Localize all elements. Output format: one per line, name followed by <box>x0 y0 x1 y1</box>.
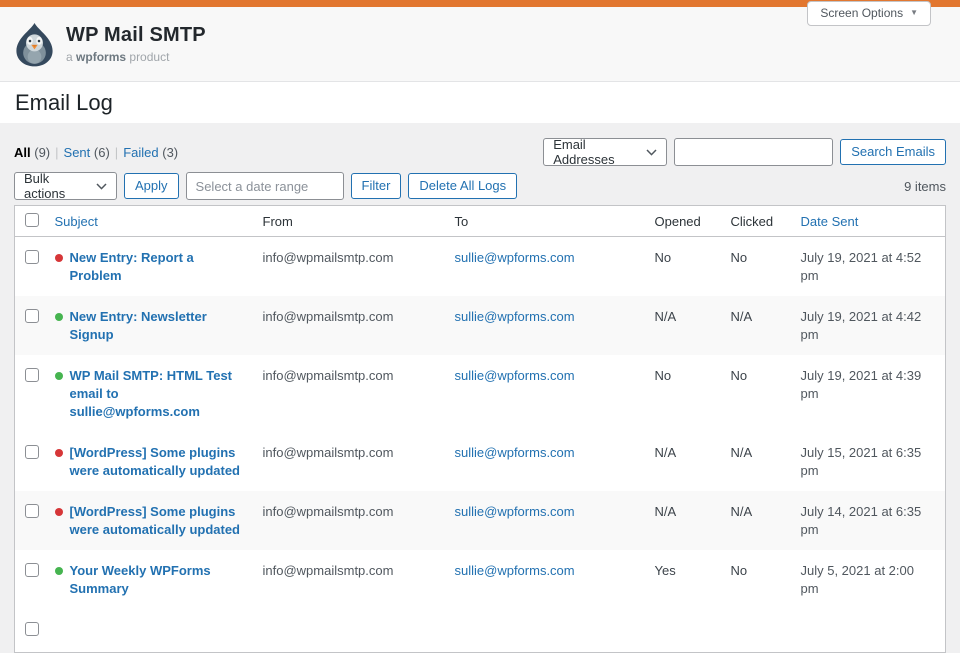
email-status-icon <box>55 372 63 380</box>
opened-value: No <box>645 237 721 297</box>
date-sent-value: July 14, 2021 at 6:35 pm <box>791 491 946 550</box>
email-log-table-body: New Entry: Report a Problem info@wpmailsm… <box>15 237 946 653</box>
column-header-clicked: Clicked <box>721 206 791 237</box>
from-email: info@wpmailsmtp.com <box>263 250 394 265</box>
row-checkbox[interactable] <box>25 309 39 323</box>
table-row: New Entry: Newsletter Signup info@wpmails… <box>15 296 946 355</box>
table-row: New Entry: Report a Problem info@wpmailsm… <box>15 237 946 297</box>
opened-value: N/A <box>645 432 721 491</box>
date-range-input[interactable] <box>186 172 344 200</box>
status-views: All (9)|Sent (6)|Failed (3) <box>14 145 178 160</box>
delete-all-logs-button[interactable]: Delete All Logs <box>408 173 517 199</box>
column-header-opened: Opened <box>645 206 721 237</box>
email-status-icon <box>55 313 63 321</box>
filter-button[interactable]: Filter <box>351 173 402 199</box>
search-input[interactable] <box>674 138 833 166</box>
from-email: info@wpmailsmtp.com <box>263 504 394 519</box>
table-row: Your Weekly WPForms Summary info@wpmailsm… <box>15 550 946 609</box>
clicked-value: No <box>721 355 791 432</box>
clicked-value: N/A <box>721 491 791 550</box>
apply-button[interactable]: Apply <box>124 173 179 199</box>
clicked-value: No <box>721 550 791 609</box>
row-checkbox[interactable] <box>25 504 39 518</box>
view-all-link[interactable]: All (9) <box>14 145 50 160</box>
page-title: Email Log <box>15 90 113 116</box>
to-email-link[interactable]: sullie@wpforms.com <box>455 309 575 324</box>
subject-link[interactable]: New Entry: Newsletter Signup <box>70 308 243 344</box>
items-count: 9 items <box>904 179 946 194</box>
row-checkbox[interactable] <box>25 250 39 264</box>
from-email: info@wpmailsmtp.com <box>263 368 394 383</box>
plugin-title-block: WP Mail SMTP a wpforms product <box>66 24 206 64</box>
table-row: [WordPress] Some plugins were automatica… <box>15 491 946 550</box>
email-status-icon <box>55 254 63 262</box>
email-log-table: Subject From To Opened Clicked Date Sent… <box>14 205 946 653</box>
table-row: [WordPress] Some plugins were automatica… <box>15 432 946 491</box>
row-checkbox[interactable] <box>25 563 39 577</box>
email-status-icon <box>55 449 63 457</box>
date-sent-value: July 19, 2021 at 4:39 pm <box>791 355 946 432</box>
view-sent-link[interactable]: Sent (6) <box>64 145 110 160</box>
date-sent-value: July 19, 2021 at 4:42 pm <box>791 296 946 355</box>
opened-value: Yes <box>645 550 721 609</box>
table-row-partial <box>15 609 946 653</box>
from-email: info@wpmailsmtp.com <box>263 309 394 324</box>
clicked-value: No <box>721 237 791 297</box>
row-checkbox[interactable] <box>25 368 39 382</box>
email-addresses-select[interactable]: Email Addresses <box>543 138 667 166</box>
wpforms-brand: wpforms <box>76 50 126 64</box>
opened-value: N/A <box>645 296 721 355</box>
subject-link[interactable]: New Entry: Report a Problem <box>70 249 243 285</box>
clicked-value: N/A <box>721 296 791 355</box>
subject-link[interactable]: [WordPress] Some plugins were automatica… <box>70 503 243 539</box>
subject-link[interactable]: Your Weekly WPForms Summary <box>70 562 243 598</box>
date-sent-value: July 19, 2021 at 4:52 pm <box>791 237 946 297</box>
date-sent-value: July 15, 2021 at 6:35 pm <box>791 432 946 491</box>
bulk-actions-select[interactable]: Bulk actions <box>14 172 117 200</box>
to-email-link[interactable]: sullie@wpforms.com <box>455 563 575 578</box>
page-title-band: Email Log <box>0 82 960 123</box>
column-header-date-sent[interactable]: Date Sent <box>791 206 946 237</box>
from-email: info@wpmailsmtp.com <box>263 563 394 578</box>
email-status-icon <box>55 567 63 575</box>
screen-options-button[interactable]: Screen Options ▼ <box>807 1 931 26</box>
to-email-link[interactable]: sullie@wpforms.com <box>455 250 575 265</box>
column-header-subject[interactable]: Subject <box>45 206 253 237</box>
pigeon-icon <box>14 22 55 67</box>
row-checkbox[interactable] <box>25 445 39 459</box>
to-email-link[interactable]: sullie@wpforms.com <box>455 445 575 460</box>
toolbar-left: Bulk actions Apply Filter Delete All Log… <box>14 172 517 200</box>
toolbar-row: Bulk actions Apply Filter Delete All Log… <box>14 171 946 201</box>
to-email-link[interactable]: sullie@wpforms.com <box>455 368 575 383</box>
to-email-link[interactable]: sullie@wpforms.com <box>455 504 575 519</box>
column-header-to: To <box>445 206 645 237</box>
table-header: Subject From To Opened Clicked Date Sent <box>15 206 946 237</box>
search-emails-button[interactable]: Search Emails <box>840 139 946 165</box>
screen-options-label: Screen Options <box>820 6 903 20</box>
subject-link[interactable]: WP Mail SMTP: HTML Test email to sullie@… <box>70 367 243 421</box>
plugin-title: WP Mail SMTP <box>66 24 206 47</box>
list-controls-row: All (9)|Sent (6)|Failed (3) Email Addres… <box>14 137 946 167</box>
opened-value: No <box>645 355 721 432</box>
plugin-tagline: a wpforms product <box>66 50 206 64</box>
date-sent-value: July 5, 2021 at 2:00 pm <box>791 550 946 609</box>
view-failed-link[interactable]: Failed (3) <box>123 145 178 160</box>
content-area: All (9)|Sent (6)|Failed (3) Email Addres… <box>0 137 960 653</box>
search-controls: Email Addresses Search Emails <box>543 138 946 166</box>
from-email: info@wpmailsmtp.com <box>263 445 394 460</box>
select-all-checkbox[interactable] <box>25 213 39 227</box>
subject-link[interactable]: [WordPress] Some plugins were automatica… <box>70 444 243 480</box>
opened-value: N/A <box>645 491 721 550</box>
clicked-value: N/A <box>721 432 791 491</box>
table-row: WP Mail SMTP: HTML Test email to sullie@… <box>15 355 946 432</box>
chevron-down-icon <box>646 149 657 156</box>
row-checkbox[interactable] <box>25 622 39 636</box>
chevron-down-icon <box>96 183 107 190</box>
chevron-down-icon: ▼ <box>910 9 918 17</box>
email-status-icon <box>55 508 63 516</box>
column-header-from: From <box>253 206 445 237</box>
